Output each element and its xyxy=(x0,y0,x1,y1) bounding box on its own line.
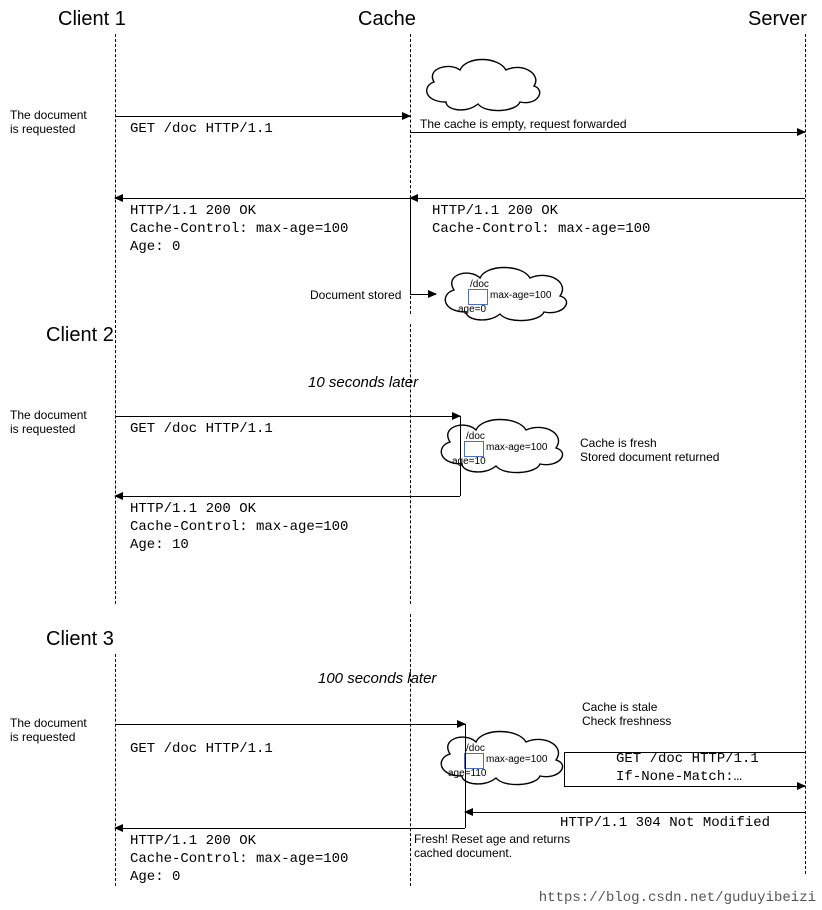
v-cond-up xyxy=(564,752,565,786)
msg-getdoc-3: GET /doc HTTP/1.1 xyxy=(130,740,273,758)
arrow-cache-server-req xyxy=(410,132,805,133)
note-doc-stored: Document stored xyxy=(310,288,401,302)
doc-path-1: /doc xyxy=(470,278,489,292)
doc-maxage-1: max-age=100 xyxy=(490,289,551,303)
arrow-server-304 xyxy=(465,812,805,813)
note-cache-fresh: Cache is fresh Stored document returned xyxy=(580,436,719,464)
arrow-cache-c3-resp xyxy=(115,828,465,829)
msg-getdoc-ifnone: GET /doc HTTP/1.1 If-None-Match:… xyxy=(616,750,759,786)
note-doc-requested-2: The document is requested xyxy=(10,408,87,436)
arrow-c2-cache-req xyxy=(115,416,460,417)
watermark: https://blog.csdn.net/guduyibeizi xyxy=(539,890,816,906)
msg-resp-c1: HTTP/1.1 200 OK Cache-Control: max-age=1… xyxy=(130,202,348,256)
arrow-cache-c1-resp xyxy=(115,198,410,199)
arrow-c1-cache-req xyxy=(115,116,410,117)
note-fresh-reset: Fresh! Reset age and returns cached docu… xyxy=(414,832,570,860)
v-cache-store xyxy=(410,198,411,294)
cache-cloud-empty xyxy=(416,58,546,114)
note-doc-requested-3: The document is requested xyxy=(10,716,87,744)
lifeline-client2 xyxy=(115,350,116,604)
actor-client3: Client 3 xyxy=(46,628,114,651)
doc-maxage-2: max-age=100 xyxy=(486,441,547,455)
lifeline-cache-2 xyxy=(410,324,411,604)
note-10s: 10 seconds later xyxy=(308,376,418,390)
doc-maxage-3: max-age=100 xyxy=(486,753,547,767)
v-c2-down xyxy=(460,416,461,496)
doc-path-3: /doc xyxy=(466,742,485,756)
msg-resp-c2: HTTP/1.1 200 OK Cache-Control: max-age=1… xyxy=(130,500,348,554)
doc-age-10: age=10 xyxy=(452,455,486,469)
doc-age-0: age=0 xyxy=(458,303,486,317)
doc-age-110: age=110 xyxy=(448,767,486,781)
arrow-server-cache-resp xyxy=(410,198,805,199)
msg-resp-c3: HTTP/1.1 200 OK Cache-Control: max-age=1… xyxy=(130,832,348,886)
msg-304: HTTP/1.1 304 Not Modified xyxy=(560,814,770,832)
arrow-cache-store xyxy=(410,294,436,295)
actor-server: Server xyxy=(748,8,807,31)
arrow-c3-cache-req xyxy=(115,724,465,725)
doc-path-2: /doc xyxy=(466,430,485,444)
msg-getdoc-2: GET /doc HTTP/1.1 xyxy=(130,420,273,438)
actor-client2: Client 2 xyxy=(46,324,114,347)
msg-resp-server-1: HTTP/1.1 200 OK Cache-Control: max-age=1… xyxy=(432,202,650,238)
note-cache-stale: Cache is stale Check freshness xyxy=(582,700,671,728)
actor-cache: Cache xyxy=(358,8,416,31)
lifeline-client3 xyxy=(115,654,116,886)
note-cache-empty: The cache is empty, request forwarded xyxy=(420,117,627,131)
actor-client1: Client 1 xyxy=(58,8,126,31)
arrow-cache-server-cond xyxy=(564,786,805,787)
arrow-cache-c2-resp xyxy=(115,496,460,497)
lifeline-cache-3 xyxy=(410,614,411,886)
msg-getdoc-1: GET /doc HTTP/1.1 xyxy=(130,120,273,138)
lifeline-server xyxy=(805,34,806,874)
note-doc-requested-1: The document is requested xyxy=(10,108,87,136)
note-100s: 100 seconds later xyxy=(318,672,436,686)
